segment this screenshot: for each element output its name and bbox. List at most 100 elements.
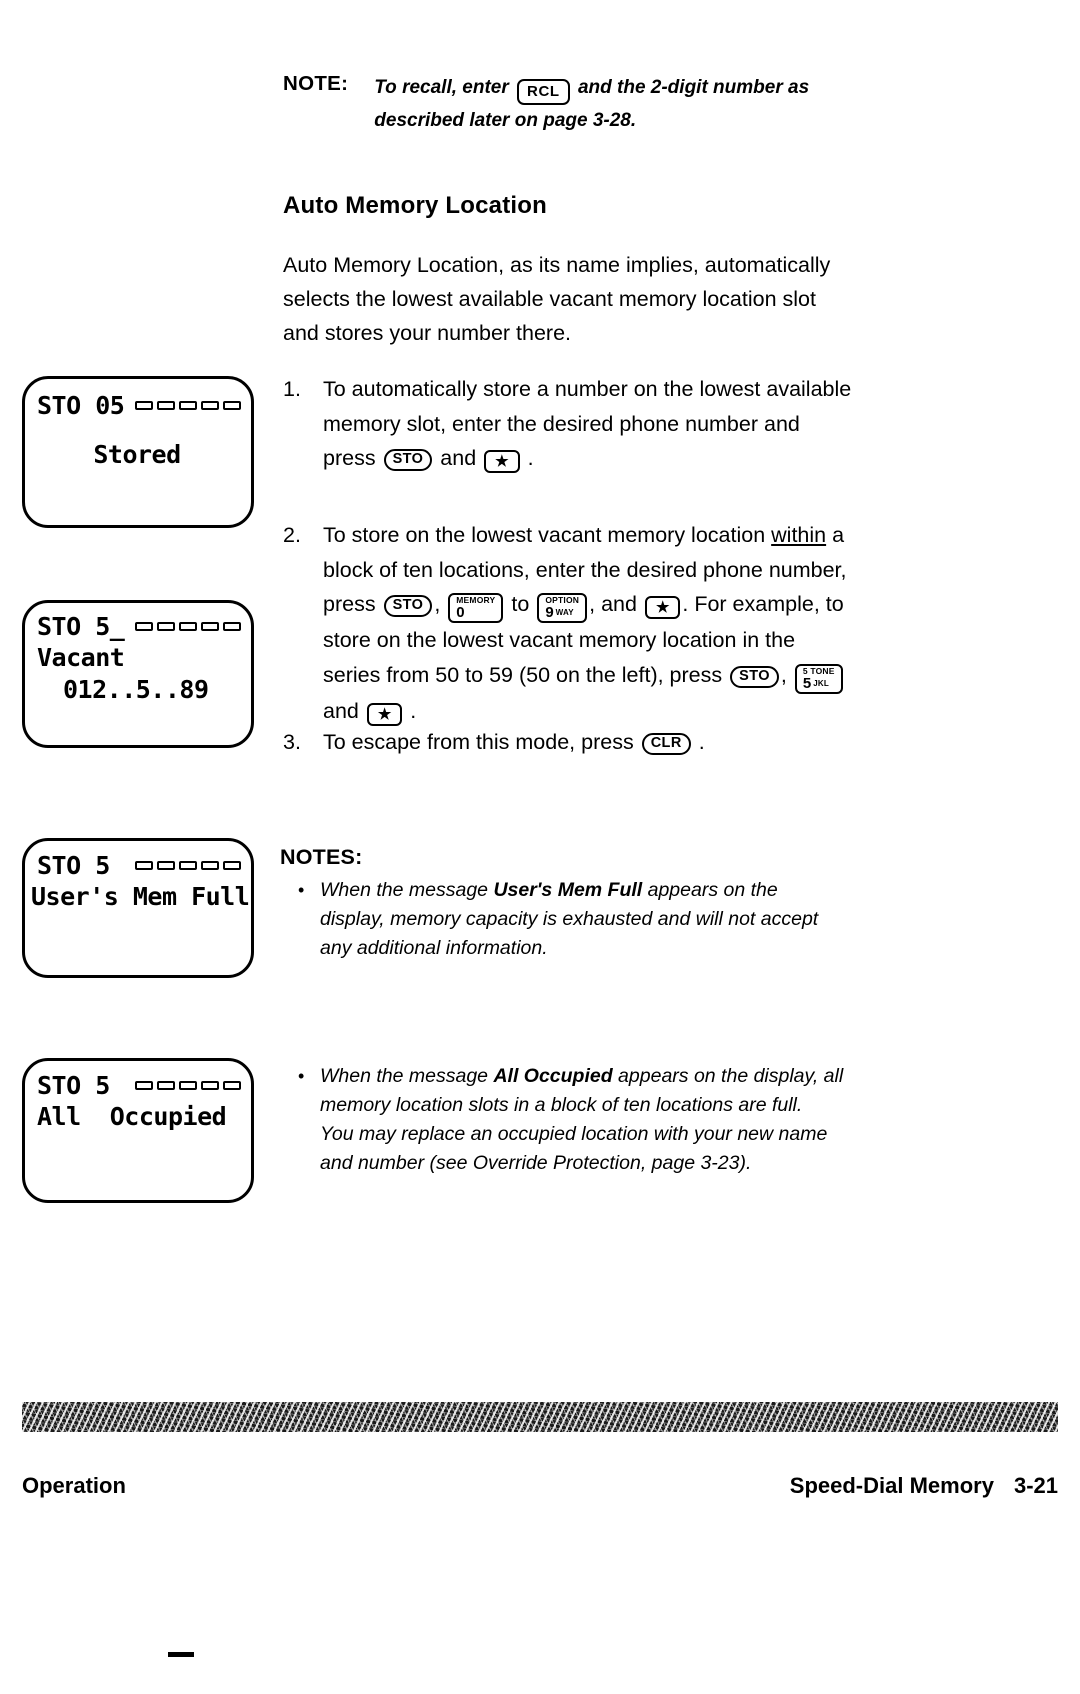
signal-bar (179, 622, 197, 631)
notes-heading: NOTES: (280, 845, 363, 869)
note-text: To recall, enter RCL and the 2-digit num… (374, 72, 809, 136)
note-bullet-2-line-2: memory location slots in a block of ten … (320, 1094, 803, 1116)
signal-bar (135, 861, 153, 870)
intro-line-3: and stores your number there. (283, 321, 572, 345)
footer-chapter-label: Speed-Dial Memory 3-21 (790, 1473, 1058, 1499)
step-2-to-label: to (511, 592, 530, 616)
step-1-line-2: memory slot, enter the desired phone num… (323, 411, 800, 436)
lcd-stored-row-1: STO 05 (37, 390, 251, 421)
signal-bar (223, 401, 241, 410)
note-bullet-1: • When the message User's Mem Full appea… (298, 876, 963, 963)
step-2-line-1: To store on the lowest vacant memory loc… (323, 518, 938, 553)
memory-0-key-icon: MEMORY 0 (448, 593, 504, 623)
step-1-period: . (527, 446, 534, 470)
signal-bar (157, 1081, 175, 1090)
footer-section-label: Operation (22, 1473, 126, 1498)
lcd-memfull-row-1: STO 5 (37, 850, 251, 881)
note-line1-pre: To recall, enter (374, 77, 509, 98)
step-2-line-1-pre: To store on the lowest vacant memory loc… (323, 523, 772, 547)
signal-bar (179, 401, 197, 410)
note-bullet-1-line-2: display, memory capacity is exhausted an… (320, 908, 819, 930)
step-2-line-5: series from 50 to 59 (50 on the left), p… (323, 658, 938, 694)
step-2-final-period: . (410, 698, 417, 723)
signal-bars-icon (135, 861, 241, 870)
signal-bars-icon (135, 401, 241, 410)
note-bullet-2-line-3: You may replace an occupied location wit… (320, 1123, 828, 1145)
signal-bars-icon (135, 622, 241, 631)
step-2-line-5-comma: , (780, 662, 787, 687)
signal-bar (135, 1081, 153, 1090)
manual-page: NOTE: To recall, enter RCL and the 2-dig… (0, 0, 1080, 1694)
option-key-digit: 9 (545, 604, 554, 621)
five-key-suffix: JKL (813, 678, 829, 688)
note-bullet-2-line-1: When the message All Occupied appears on… (320, 1065, 844, 1087)
memory-key-digit: 0 (456, 604, 465, 621)
lcd-display-stored: STO 05 Stored (22, 376, 254, 528)
step-1-press-label: press (323, 446, 376, 470)
lcd-stored-line-1: STO 05 (37, 391, 125, 420)
sto-key-icon: STO (383, 595, 433, 617)
lcd-occupied-line-1: STO 5 (37, 1071, 110, 1100)
lcd-occupied-line-2: All Occupied (37, 1102, 227, 1131)
intro-line-1: Auto Memory Location, as its name implie… (283, 253, 831, 277)
lcd-vacant-line-2: Vacant (37, 643, 125, 672)
signal-bar (179, 861, 197, 870)
lcd-memfull-line-2: User's Mem Full (31, 882, 250, 911)
signal-bar (223, 622, 241, 631)
note-line1-post: and the 2-digit number as (577, 77, 810, 98)
step-2-line-1-post: a (826, 523, 845, 547)
signal-bar (157, 622, 175, 631)
signal-bar (157, 401, 175, 410)
signal-bar (157, 861, 175, 870)
signal-bar (201, 622, 219, 631)
intro-paragraph: Auto Memory Location, as its name implie… (283, 248, 933, 350)
step-3: 3. To escape from this mode, press CLR . (283, 725, 938, 760)
step-2-line-3: press STO, MEMORY 0 to OPTION 9 WAY , and… (323, 587, 938, 623)
step-2: 2. To store on the lowest vacant memory … (283, 518, 938, 728)
step-2-line-6: and ★ . (323, 694, 938, 729)
note-bullet-1-line-1: When the message User's Mem Full appears… (320, 879, 778, 901)
signal-bar (201, 861, 219, 870)
note-bullet-1-line-3: any additional information. (320, 937, 548, 959)
step-3-period: . (698, 730, 705, 754)
page-title: Auto Memory Location (283, 192, 548, 219)
step-1-line-1: To automatically store a number on the l… (323, 377, 852, 401)
signal-bar (223, 861, 241, 870)
step-1-number: 1. (283, 377, 301, 401)
footer-decorative-band (22, 1402, 1058, 1432)
star-key-icon: ★ (644, 596, 681, 619)
bullet-dot-icon: • (298, 1066, 305, 1086)
five-jkl-key-icon: 5 TONE 5 JKL (794, 663, 843, 694)
step-1-line-3: press STO and ★ . (323, 441, 938, 476)
clr-key-icon: CLR (641, 733, 691, 755)
lcd-display-vacant: STO 5_ Vacant 012..5..89 (22, 600, 254, 748)
step-2-and-final: and (323, 698, 359, 723)
sto-key-icon: STO (730, 665, 779, 688)
signal-bar (179, 1081, 197, 1090)
lcd-stored-line-2: Stored (93, 440, 181, 469)
signal-bar (135, 401, 153, 410)
lcd-display-all-occupied: STO 5 All Occupied (22, 1058, 254, 1203)
step-1-and-label: and (440, 446, 477, 470)
note-label: NOTE: (283, 72, 349, 95)
star-key-icon: ★ (366, 702, 403, 726)
bullet-dot-icon: • (298, 880, 305, 900)
step-3-line-1: To escape from this mode, press CLR . (323, 725, 938, 760)
note-line2: described later on page 3-28. (374, 110, 637, 131)
step-2-line-4: store on the lowest vacant memory locati… (323, 628, 796, 652)
step-1: 1. To automatically store a number on th… (283, 372, 938, 476)
footer-chapter-title: Speed-Dial Memory (789, 1473, 994, 1498)
lcd-vacant-row-1: STO 5_ (37, 611, 251, 642)
lcd-memfull-line-1: STO 5 (37, 851, 110, 880)
step-3-text: To escape from this mode, press (323, 730, 634, 754)
step-2-comma: , (434, 592, 441, 616)
intro-line-2: selects the lowest available vacant memo… (283, 287, 816, 311)
note-bullet-2: • When the message All Occupied appears … (298, 1062, 963, 1178)
step-2-and-label: , and (589, 592, 637, 616)
signal-bar (223, 1081, 241, 1090)
star-key-icon: ★ (484, 450, 520, 473)
sto-key-icon: STO (383, 449, 433, 471)
five-key-digit: 5 (802, 674, 812, 692)
step-2-line-5-pre: series from 50 to 59 (50 on the left), p… (323, 662, 723, 687)
note-bullet-2-line-4: and number (see Override Protection, pag… (320, 1152, 752, 1174)
